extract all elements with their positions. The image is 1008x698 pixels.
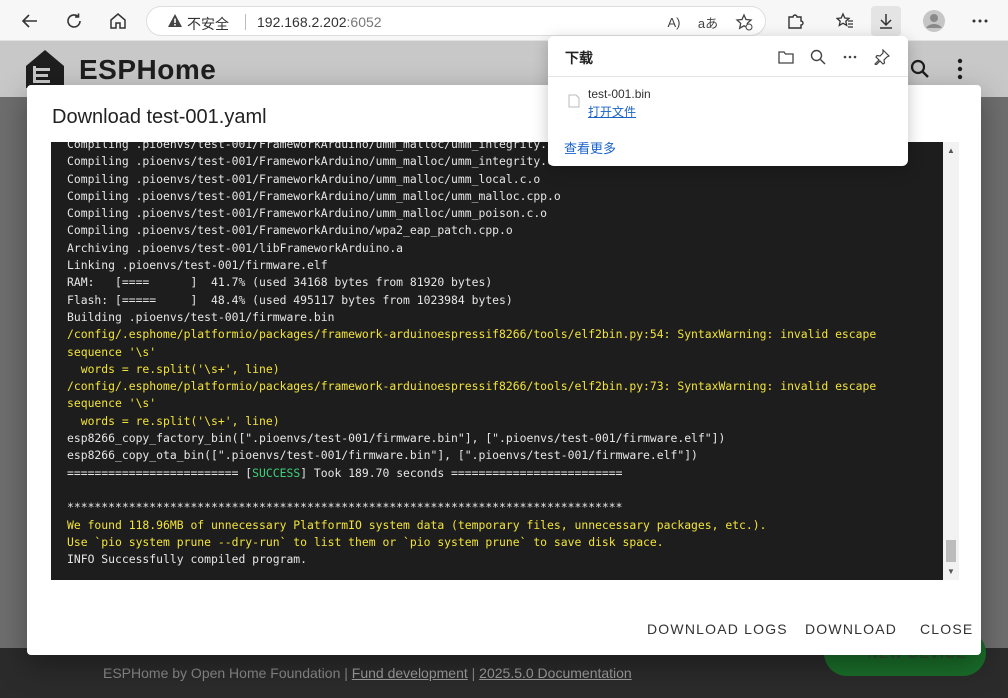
pin-icon[interactable] (871, 46, 893, 68)
success-suffix: ] Took 189.70 seconds ==================… (300, 465, 623, 480)
app-title: ESPHome (79, 54, 217, 85)
more-vertical-icon[interactable] (950, 58, 970, 80)
footer-separator: | (467, 665, 480, 681)
log-line-warning: We found 118.96MB of unnecessary Platfor… (67, 517, 767, 532)
log-line: RAM: [==== ] 41.7% (used 34168 bytes fro… (67, 275, 493, 290)
profile-button[interactable] (919, 6, 949, 36)
dialog-title: Download test-001.yaml (52, 106, 267, 128)
address-bar[interactable]: 不安全 192.168.2.202:6052 A) aあ (146, 6, 766, 36)
downloads-title: 下载 (565, 50, 593, 66)
log-line: Compiling .pioenvs/test-001/FrameworkArd… (67, 154, 568, 169)
url-port: :6052 (346, 14, 382, 30)
log-line-warning: sequence '\s' (67, 396, 157, 411)
fund-development-link[interactable]: Fund development (352, 665, 468, 681)
download-button[interactable]: DOWNLOAD (805, 621, 897, 637)
refresh-icon (67, 13, 81, 28)
arrow-left-icon (21, 14, 37, 28)
log-terminal[interactable]: Compiling .pioenvs/test-001/FrameworkArd… (51, 142, 959, 580)
log-line-warning: /config/.esphome/platformio/packages/fra… (67, 379, 877, 394)
success-prefix: ========================= [ (67, 465, 253, 480)
extensions-button[interactable] (780, 6, 810, 36)
favorite-add-icon[interactable] (733, 12, 755, 32)
scroll-thumb[interactable] (946, 540, 956, 562)
home-icon (110, 13, 126, 29)
downloads-divider (548, 76, 908, 77)
esphome-logo-icon (26, 50, 64, 88)
log-line: Compiling .pioenvs/test-001/FrameworkArd… (67, 223, 513, 238)
file-icon (568, 94, 580, 108)
log-line: INFO Successfully compiled program. (67, 552, 308, 567)
favorites-icon (836, 12, 853, 28)
log-line-warning: words = re.split('\s+', line) (67, 413, 280, 428)
log-line-success: ========================= [SUCCESS] Took… (67, 466, 623, 480)
downloads-more-icon[interactable] (839, 46, 861, 68)
log-line: esp8266_copy_ota_bin([".pioenvs/test-001… (67, 448, 698, 463)
open-folder-icon[interactable] (775, 46, 797, 68)
see-more-link[interactable]: 查看更多 (564, 138, 616, 157)
log-scrollbar[interactable]: ▲ ▼ (943, 142, 959, 580)
home-button[interactable] (103, 6, 133, 36)
scroll-up-arrow-icon[interactable]: ▲ (947, 146, 955, 155)
log-line: Linking .pioenvs/test-001/firmware.elf (67, 258, 328, 273)
downloads-flyout: 下载 test-001.bin 打开文件 查看更多 (548, 36, 908, 166)
log-line-warning: Use `pio system prune --dry-run` to list… (67, 534, 664, 549)
translate-icon[interactable]: aあ (697, 12, 719, 32)
footer-text: ESPHome by Open Home Foundation | Fund d… (103, 665, 632, 681)
log-line-warning: words = re.split('\s+', line) (67, 361, 280, 376)
log-line: ****************************************… (67, 500, 623, 515)
log-line: Compiling .pioenvs/test-001/FrameworkArd… (67, 171, 541, 186)
browser-menu-button[interactable] (965, 6, 995, 36)
scroll-down-arrow-icon[interactable]: ▼ (947, 567, 955, 576)
success-word: SUCCESS (252, 465, 301, 480)
downloads-button[interactable] (871, 6, 901, 36)
log-line: Flash: [===== ] 48.4% (used 495117 bytes… (67, 292, 513, 307)
footer-prefix: ESPHome by Open Home Foundation | (103, 665, 352, 681)
warning-icon (168, 14, 182, 27)
security-status: 不安全 (187, 16, 229, 32)
close-button[interactable]: CLOSE (920, 621, 973, 637)
url-text[interactable]: 192.168.2.202:6052 (257, 14, 382, 30)
search-icon[interactable] (910, 59, 930, 79)
url-host: 192.168.2.202 (257, 14, 347, 30)
log-line: Compiling .pioenvs/test-001/FrameworkArd… (67, 142, 568, 151)
open-file-link[interactable]: 打开文件 (588, 103, 636, 120)
refresh-button[interactable] (59, 6, 89, 36)
documentation-link[interactable]: 2025.5.0 Documentation (479, 665, 632, 681)
log-line: Compiling .pioenvs/test-001/FrameworkArd… (67, 188, 561, 203)
address-separator (245, 14, 246, 30)
download-icon (880, 14, 892, 29)
log-line: Compiling .pioenvs/test-001/FrameworkArd… (67, 206, 548, 221)
download-logs-button[interactable]: DOWNLOAD LOGS (647, 621, 788, 637)
favorites-button[interactable] (830, 6, 860, 36)
log-line: esp8266_copy_factory_bin([".pioenvs/test… (67, 431, 726, 446)
browser-toolbar: 不安全 192.168.2.202:6052 A) aあ (0, 0, 1008, 41)
avatar-icon (923, 10, 945, 32)
log-output: Compiling .pioenvs/test-001/FrameworkArd… (67, 142, 937, 568)
log-line-warning: /config/.esphome/platformio/packages/fra… (67, 327, 877, 342)
search-downloads-icon[interactable] (807, 46, 829, 68)
more-horizontal-icon (972, 19, 988, 23)
puzzle-icon (788, 14, 804, 29)
download-dialog: Download test-001.yaml Compiling .pioenv… (27, 85, 981, 655)
log-line: Building .pioenvs/test-001/firmware.bin (67, 309, 335, 324)
download-filename[interactable]: test-001.bin (588, 87, 651, 101)
log-line: Archiving .pioenvs/test-001/libFramework… (67, 240, 404, 255)
log-line-warning: sequence '\s' (67, 344, 157, 359)
read-aloud-icon[interactable]: A) (663, 12, 685, 32)
back-button[interactable] (15, 6, 45, 36)
